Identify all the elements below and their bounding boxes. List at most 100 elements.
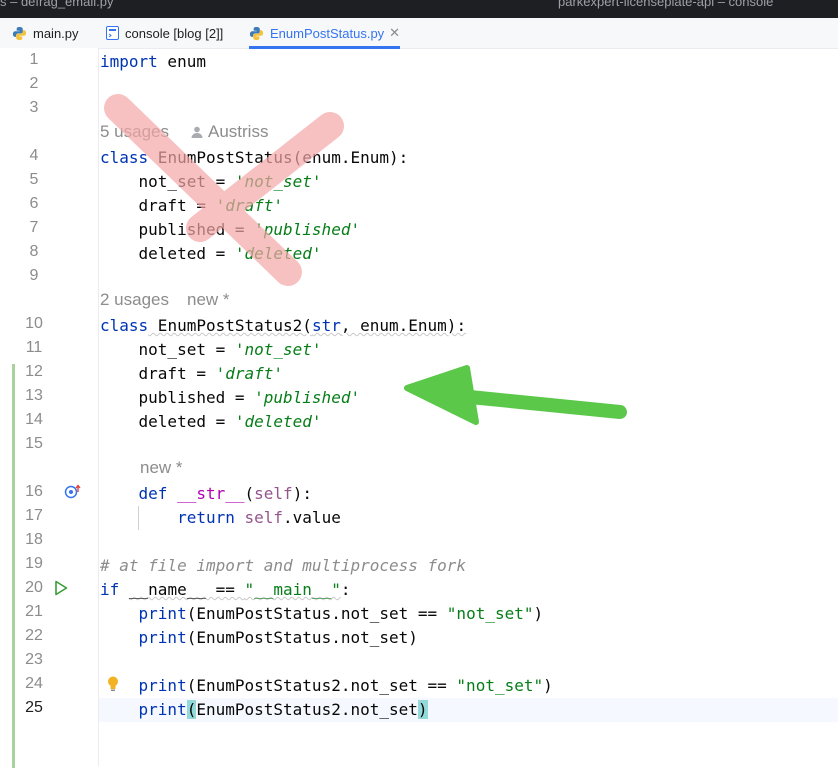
keyword: import — [100, 52, 158, 71]
code-line-11[interactable]: not_set = 'not_set' — [100, 338, 322, 362]
line-number: 7 — [29, 219, 39, 236]
line-number: 13 — [25, 387, 43, 404]
string-literal: "__main__" — [244, 580, 341, 599]
code-line-14[interactable]: deleted = 'deleted' — [100, 410, 322, 434]
code-text: .value — [283, 508, 341, 527]
builtin-function: print — [138, 628, 187, 647]
code-line-12[interactable]: draft = 'draft' — [100, 362, 284, 386]
line-number: 4 — [29, 147, 39, 164]
string-literal: 'published' — [254, 220, 361, 239]
keyword: class — [100, 148, 149, 167]
line-number: 9 — [29, 267, 39, 284]
line-number: 20 — [25, 579, 43, 596]
code-line-19[interactable]: # at file import and multiprocess fork — [100, 554, 466, 578]
code-line-24[interactable]: print(EnumPostStatus2.not_set == "not_se… — [100, 674, 553, 698]
tab-console-blog[interactable]: console [blog [2]] — [106, 18, 223, 48]
usages-count[interactable]: 5 usages — [100, 122, 169, 142]
run-icon[interactable] — [54, 580, 68, 600]
line-number: 16 — [25, 483, 43, 500]
builtin: str — [311, 316, 341, 335]
tab-console-blog-label: console [blog [2]] — [125, 25, 224, 41]
author-name[interactable]: Austriss — [208, 122, 268, 142]
keyword: return — [177, 508, 235, 527]
code-line-20[interactable]: if __name__ == "__main__": — [100, 578, 350, 602]
code-line-4[interactable]: class EnumPostStatus(enum.Enum): — [100, 146, 408, 170]
code-text: draft = — [100, 196, 216, 215]
code-line-6[interactable]: draft = 'draft' — [100, 194, 284, 218]
code-line-21[interactable]: print(EnumPostStatus.not_set == "not_set… — [100, 602, 544, 626]
implements-method-icon[interactable] — [64, 483, 84, 505]
code-line-17[interactable]: return self.value — [100, 506, 341, 530]
inlay-hint-class2[interactable]: 2 usages new * — [100, 290, 230, 310]
line-number: 14 — [25, 411, 43, 428]
inlay-hint-class1[interactable]: 5 usages Austriss — [100, 122, 268, 142]
vcs-status[interactable]: new * — [187, 290, 230, 310]
code-line-22[interactable]: print(EnumPostStatus.not_set) — [100, 626, 418, 650]
string-literal: 'not_set' — [234, 340, 322, 359]
line-number: 19 — [25, 555, 43, 572]
string-literal: 'published' — [254, 388, 361, 407]
python-file-icon — [249, 26, 264, 41]
builtin-function: print — [138, 604, 187, 623]
code-text: ( — [302, 316, 312, 335]
tab-enumpoststatus-py[interactable]: EnumPostStatus.py ✕ — [249, 18, 401, 49]
close-icon[interactable]: ✕ — [389, 25, 400, 41]
code-line-25[interactable]: print(EnumPostStatus2.not_set) — [100, 698, 428, 722]
window-title-bar: s – defrag_email.py parkexpert-licensepl… — [0, 0, 838, 18]
code-line-5[interactable]: not_set = 'not_set' — [100, 170, 322, 194]
class-name: EnumPostStatus — [148, 148, 293, 167]
string-literal: 'draft' — [215, 196, 284, 215]
tab-main-py-label: main.py — [33, 25, 79, 41]
vcs-change-marker[interactable] — [12, 364, 15, 768]
matched-bracket: ( — [186, 700, 197, 719]
code-text: ( — [244, 484, 255, 503]
line-number: 21 — [25, 603, 43, 620]
comment: # at file import and multiprocess fork — [100, 556, 467, 575]
inlay-hint-method[interactable]: new * — [140, 458, 183, 478]
code-line-8[interactable]: deleted = 'deleted' — [100, 242, 322, 266]
code-text: enum — [157, 52, 206, 71]
code-text: not_set = — [100, 172, 235, 191]
line-number: 15 — [25, 435, 43, 452]
code-text: (EnumPostStatus.not_set == — [186, 604, 447, 623]
line-number: 3 — [29, 99, 39, 116]
string-literal: 'deleted' — [234, 244, 322, 263]
code-text: ) — [543, 676, 553, 695]
code-text: ) — [533, 604, 544, 623]
dunder-name: __name__ — [128, 580, 206, 599]
green-arrow — [404, 365, 627, 425]
code-line-13[interactable]: published = 'published' — [100, 386, 361, 410]
function-name: __str__ — [177, 484, 245, 503]
indent-guide — [138, 506, 139, 530]
line-number: 1 — [29, 51, 39, 68]
line-number: 23 — [25, 651, 43, 668]
line-number: 22 — [25, 627, 43, 644]
code-line-1[interactable]: import enum — [100, 50, 206, 74]
line-number: 11 — [25, 339, 43, 356]
code-line-16[interactable]: def __str__(self): — [100, 482, 312, 506]
editor-gutter — [0, 48, 99, 768]
operator: == — [205, 580, 245, 599]
keyword: if — [100, 580, 120, 599]
self-ref: self — [244, 508, 284, 527]
keyword: class — [100, 316, 149, 335]
string-literal: "not_set" — [446, 604, 534, 623]
string-literal: 'deleted' — [234, 412, 322, 431]
code-line-10[interactable]: class EnumPostStatus2(str, enum.Enum): — [100, 314, 466, 338]
tab-main-py[interactable]: main.py — [12, 18, 79, 48]
vcs-status[interactable]: new * — [140, 458, 183, 478]
builtin-function: print — [138, 676, 187, 695]
code-text: deleted = — [100, 412, 235, 431]
usages-count[interactable]: 2 usages — [100, 290, 169, 310]
code-text: published = — [100, 220, 255, 239]
builtin-function: print — [138, 700, 187, 719]
code-line-7[interactable]: published = 'published' — [100, 218, 361, 242]
class-name: EnumPostStatus2 — [148, 316, 303, 335]
